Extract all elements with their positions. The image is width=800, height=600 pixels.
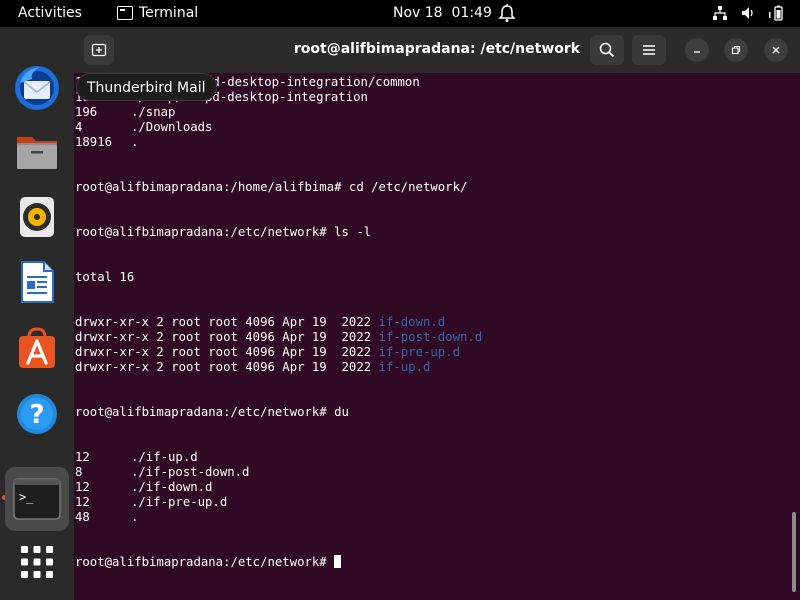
ls-meta: drwxr-xr-x 2 root root 4096 Apr 19 2022 xyxy=(75,345,379,359)
du-path: ./if-down.d xyxy=(131,480,213,494)
current-prompt[interactable]: root@alifbimapradana:/etc/network# xyxy=(75,555,791,570)
title-bar[interactable]: root@alifbimapradana: /etc/network xyxy=(74,27,800,73)
dock-terminal[interactable]: >_ xyxy=(5,467,69,531)
hamburger-menu-icon xyxy=(643,45,655,55)
ls-row: drwxr-xr-x 2 root root 4096 Apr 19 2022 … xyxy=(75,345,791,360)
activities-button[interactable]: Activities xyxy=(18,5,82,21)
command-line: root@alifbimapradana:/etc/network# ls -l xyxy=(75,225,372,239)
du-size: 48 xyxy=(75,510,90,524)
terminal-output[interactable]: 4./snap/snapd-desktop-integration/83/.co… xyxy=(75,74,791,600)
terminal-icon xyxy=(117,6,133,20)
top-bar: Activities Terminal Nov 18 01:49 xyxy=(0,0,800,27)
maximize-button[interactable] xyxy=(724,38,748,62)
battery-icon xyxy=(769,5,783,21)
app-grid-icon xyxy=(21,546,53,578)
terminal-app-icon: >_ xyxy=(13,478,61,520)
ls-row: drwxr-xr-x 2 root root 4096 Apr 19 2022 … xyxy=(75,360,791,375)
du-size: 18916 xyxy=(75,135,113,149)
ls-dir-name: if-up.d xyxy=(378,360,431,374)
du-path: . xyxy=(131,510,139,524)
command-line: root@alifbimapradana:/home/alifbima# cd … xyxy=(75,180,468,194)
svg-text:?: ? xyxy=(29,400,44,430)
du-size: 12 xyxy=(75,480,90,494)
du-size: 12 xyxy=(75,495,90,509)
du-size: 8 xyxy=(75,465,83,479)
terminal-window[interactable]: root@alifbimapradana: /etc/network ./sna… xyxy=(74,27,800,600)
dock: ? >_ xyxy=(0,27,74,600)
ls-output: drwxr-xr-x 2 root root 4096 Apr 19 2022 … xyxy=(75,315,791,375)
du-row: 18916. xyxy=(75,135,791,150)
search-button[interactable] xyxy=(590,35,624,65)
writer-icon xyxy=(21,261,54,303)
minimize-button[interactable] xyxy=(685,38,709,62)
menu-button[interactable] xyxy=(632,35,666,65)
network-icon xyxy=(713,6,727,20)
ls-meta: drwxr-xr-x 2 root root 4096 Apr 19 2022 xyxy=(75,360,379,374)
du-row: 12 ./if-up.d xyxy=(75,450,791,465)
volume-icon xyxy=(742,7,753,19)
ls-row: drwxr-xr-x 2 root root 4096 Apr 19 2022 … xyxy=(75,330,791,345)
du-row: 196 ./snap xyxy=(75,105,791,120)
du-row: 12 ./if-pre-up.d xyxy=(75,495,791,510)
dock-libreoffice-writer[interactable] xyxy=(5,250,69,314)
close-button[interactable] xyxy=(764,38,788,62)
ls-row: drwxr-xr-x 2 root root 4096 Apr 19 2022 … xyxy=(75,315,791,330)
du-path: ./if-post-down.d xyxy=(131,465,250,479)
dock-tooltip: Thunderbird Mail xyxy=(76,73,217,101)
svg-text:>_: >_ xyxy=(19,490,34,504)
software-store-icon xyxy=(19,327,55,368)
thunderbird-icon xyxy=(15,66,59,110)
ls-meta: drwxr-xr-x 2 root root 4096 Apr 19 2022 xyxy=(75,330,379,344)
du-size: 12 xyxy=(75,450,90,464)
dock-thunderbird[interactable] xyxy=(5,56,69,120)
system-tray[interactable] xyxy=(712,5,786,21)
dock-files[interactable] xyxy=(5,120,69,184)
dock-ubuntu-software[interactable] xyxy=(5,316,69,380)
app-name: Terminal xyxy=(139,5,199,21)
files-icon xyxy=(17,137,57,169)
du-path: ./snap xyxy=(131,105,176,119)
du-path: ./if-pre-up.d xyxy=(131,495,228,509)
clock[interactable]: Nov 18 01:49 xyxy=(393,5,492,21)
du-row: 4 ./Downloads xyxy=(75,120,791,135)
search-icon xyxy=(599,42,615,58)
ls-dir-name: if-down.d xyxy=(378,315,446,329)
du-size: 4 xyxy=(75,120,83,134)
du-network-output: 12 ./if-up.d 8 ./if-post-down.d 12 ./if-down.… xyxy=(75,450,791,525)
ls-meta: drwxr-xr-x 2 root root 4096 Apr 19 2022 xyxy=(75,315,379,329)
scrollbar[interactable] xyxy=(792,512,796,592)
rhythmbox-icon xyxy=(20,197,54,237)
notification-bell-icon[interactable] xyxy=(498,3,516,23)
dock-rhythmbox[interactable] xyxy=(5,185,69,249)
ls-dir-name: if-pre-up.d xyxy=(378,345,460,359)
prompt-text: root@alifbimapradana:/etc/network# xyxy=(75,555,335,569)
time: 01:49 xyxy=(451,5,492,21)
du-size: 196 xyxy=(75,105,98,119)
date: Nov 18 xyxy=(393,5,443,21)
minimize-icon xyxy=(694,51,700,53)
du-row: 12 ./if-down.d xyxy=(75,480,791,495)
show-applications-button[interactable] xyxy=(5,530,69,594)
du-path: ./if-up.d xyxy=(131,450,198,464)
du-path: ./Downloads xyxy=(131,120,213,134)
help-icon: ? xyxy=(17,394,57,434)
du-row: 8 ./if-post-down.d xyxy=(75,465,791,480)
du-row: 48. xyxy=(75,510,791,525)
restore-icon xyxy=(731,45,741,55)
du-path: . xyxy=(131,135,139,149)
text-cursor xyxy=(334,555,342,568)
ls-dir-name: if-post-down.d xyxy=(378,330,483,344)
app-menu[interactable]: Terminal xyxy=(117,5,198,21)
close-icon xyxy=(772,46,780,54)
command-line: root@alifbimapradana:/etc/network# du xyxy=(75,405,349,419)
dock-help[interactable]: ? xyxy=(5,382,69,446)
ls-total: total 16 xyxy=(75,270,135,284)
